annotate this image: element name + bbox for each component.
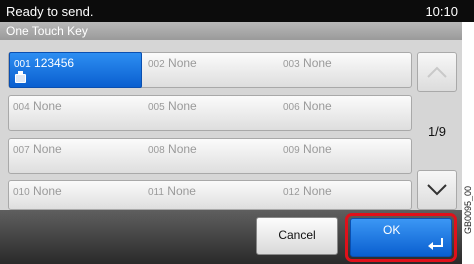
chevron-up-icon <box>427 66 447 78</box>
one-touch-key-006[interactable]: 006 None <box>279 96 412 130</box>
one-touch-key-007[interactable]: 007 None <box>9 139 142 173</box>
key-number: 007 <box>13 145 30 156</box>
key-name: None <box>167 184 196 198</box>
status-message: Ready to send. <box>6 4 94 19</box>
key-number: 003 <box>283 59 300 70</box>
one-touch-key-009[interactable]: 009 None <box>279 139 412 173</box>
key-number: 011 <box>148 187 164 198</box>
key-number: 006 <box>283 102 300 113</box>
key-name: None <box>33 142 62 156</box>
enter-arrow-icon <box>428 238 443 250</box>
key-name: None <box>33 184 62 198</box>
key-number: 008 <box>148 145 165 156</box>
key-name: None <box>303 184 332 198</box>
key-name: None <box>303 99 332 113</box>
status-bar: Ready to send. 10:10 <box>0 0 474 22</box>
key-number: 010 <box>13 187 30 198</box>
key-row: 004 None 005 None 006 None <box>8 95 412 131</box>
cancel-button[interactable]: Cancel <box>256 217 338 255</box>
chevron-down-icon <box>427 184 447 196</box>
fax-icon <box>15 71 26 83</box>
ok-button[interactable]: OK <box>350 218 452 257</box>
key-number: 005 <box>148 102 165 113</box>
key-number: 009 <box>283 145 300 156</box>
one-touch-key-panel: 001 123456 002 None 003 None 004 None 00… <box>0 40 462 210</box>
page-indicator: 1/9 <box>427 124 447 139</box>
one-touch-key-005[interactable]: 005 None <box>144 96 277 130</box>
scroll-up-button[interactable] <box>417 52 457 92</box>
one-touch-key-004[interactable]: 004 None <box>9 96 142 130</box>
key-name: None <box>168 56 197 70</box>
key-name: None <box>303 56 332 70</box>
one-touch-key-002[interactable]: 002 None <box>144 53 277 87</box>
key-number: 004 <box>13 102 30 113</box>
screen-title: One Touch Key <box>6 24 88 38</box>
ok-button-label: OK <box>383 223 401 237</box>
key-name: None <box>168 142 197 156</box>
key-number: 002 <box>148 59 165 70</box>
key-name: None <box>33 99 62 113</box>
figure-code: GB0095_00 <box>463 186 473 235</box>
key-row: 007 None 008 None 009 None <box>8 138 412 174</box>
key-name: None <box>303 142 332 156</box>
one-touch-key-003[interactable]: 003 None <box>279 53 412 87</box>
key-name: 123456 <box>34 56 75 70</box>
clock: 10:10 <box>425 4 458 19</box>
one-touch-key-001[interactable]: 001 123456 <box>9 52 142 88</box>
scroll-down-button[interactable] <box>417 170 457 210</box>
key-row: 001 123456 002 None 003 None <box>8 52 412 88</box>
key-name: None <box>168 99 197 113</box>
one-touch-key-008[interactable]: 008 None <box>144 139 277 173</box>
key-number: 001 <box>14 59 31 70</box>
screen-title-bar: One Touch Key <box>0 22 462 40</box>
key-row: 010 None 011 None 012 None <box>8 180 412 210</box>
key-number: 012 <box>283 187 300 198</box>
